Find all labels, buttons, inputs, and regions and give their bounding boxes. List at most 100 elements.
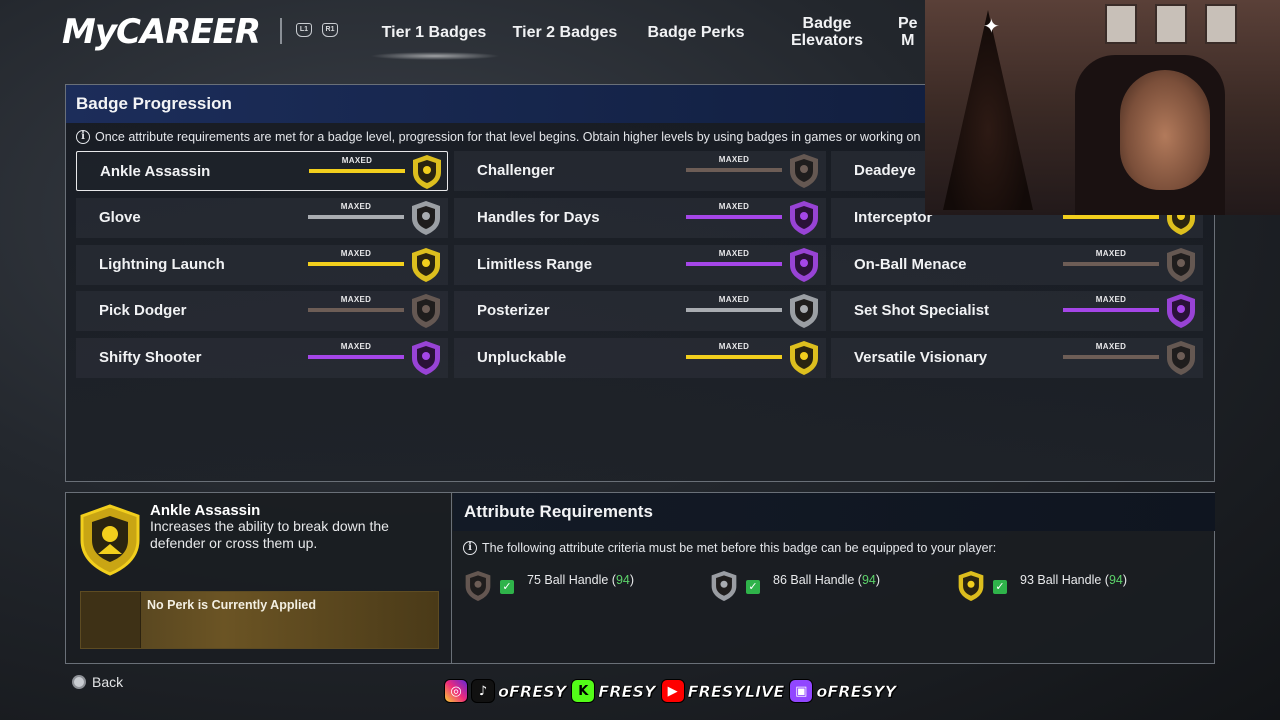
badge-progress-fill	[1063, 262, 1159, 266]
back-label: Back	[92, 674, 124, 690]
handles-for-days-purple-icon	[790, 201, 818, 235]
badge-progress-fill	[686, 168, 782, 172]
badge-status: MAXED	[718, 249, 750, 258]
pick-dodger-bronze-icon	[412, 294, 440, 328]
nav-divider	[280, 18, 282, 44]
badge-status: MAXED	[341, 156, 373, 165]
perk-status: No Perk is Currently Applied	[147, 598, 317, 612]
badge-progress-bar	[309, 169, 405, 173]
r1-bumper-icon[interactable]: R1	[322, 23, 338, 37]
badge-progress-fill	[308, 262, 404, 266]
checkmark-icon: ✓	[993, 580, 1007, 594]
badge-name: Shifty Shooter	[99, 349, 202, 366]
badge-name: Deadeye	[854, 162, 916, 179]
badge-limitless-range[interactable]: Limitless Range MAXED	[454, 245, 826, 285]
badge-versatile-visionary[interactable]: Versatile Visionary MAXED	[831, 338, 1203, 378]
badge-name: Lightning Launch	[99, 256, 225, 273]
badge-lightning-launch[interactable]: Lightning Launch MAXED	[76, 245, 448, 285]
progression-info: i Once attribute requirements are met fo…	[76, 130, 920, 144]
webcam-overlay: ✦	[925, 0, 1280, 215]
instagram-icon: ◎	[444, 679, 468, 703]
tab-badge-elevators[interactable]: Badge Elevators	[783, 14, 871, 50]
badge-glove[interactable]: Glove MAXED	[76, 198, 448, 238]
badge-progress-fill	[686, 215, 782, 219]
badge-status: MAXED	[340, 249, 372, 258]
wall-frame	[1105, 4, 1137, 44]
badge-name: Glove	[99, 209, 141, 226]
badge-challenger[interactable]: Challenger MAXED	[454, 151, 826, 191]
badge-details-panel: Ankle Assassin Increases the ability to …	[65, 492, 1215, 664]
badge-progress-bar	[308, 262, 404, 266]
badge-progress-fill	[309, 169, 405, 173]
bronze-badge-icon	[465, 571, 491, 601]
badge-progress-bar	[686, 355, 782, 359]
unpluckable-gold-icon	[790, 341, 818, 375]
badge-posterizer[interactable]: Posterizer MAXED	[454, 291, 826, 331]
shifty-shooter-purple-icon	[412, 341, 440, 375]
requirements-info: i The following attribute criteria must …	[463, 541, 996, 555]
badge-name: Challenger	[477, 162, 555, 179]
badge-handles-for-days[interactable]: Handles for Days MAXED	[454, 198, 826, 238]
wall-frame	[1205, 4, 1237, 44]
badge-status: MAXED	[340, 342, 372, 351]
lightning-launch-gold-icon	[412, 248, 440, 282]
checkmark-icon: ✓	[500, 580, 514, 594]
badge-progress-bar	[1063, 355, 1159, 359]
badge-progress-fill	[686, 308, 782, 312]
twitch-icon: ▣	[789, 679, 814, 703]
badge-status: MAXED	[718, 202, 750, 211]
requirement-text: 93 Ball Handle (94)	[1020, 573, 1128, 587]
badge-name: Handles for Days	[477, 209, 600, 226]
badge-progress-fill	[308, 215, 404, 219]
mycareer-logo: MyCAREER	[62, 12, 261, 52]
badge-status: MAXED	[1095, 342, 1127, 351]
badge-unpluckable[interactable]: Unpluckable MAXED	[454, 338, 826, 378]
tiktok-icon: ♪	[471, 679, 495, 703]
badge-name: Ankle Assassin	[100, 163, 211, 180]
limitless-range-purple-icon	[790, 248, 818, 282]
tiktok-handle: oFRESY	[498, 681, 567, 701]
silver-badge-icon	[711, 571, 737, 601]
perk-slot[interactable]: No Perk is Currently Applied	[80, 591, 439, 649]
badge-on-ball-menace[interactable]: On-Ball Menace MAXED	[831, 245, 1203, 285]
badge-progress-bar	[1063, 308, 1159, 312]
ankle-assassin-gold-icon	[80, 504, 140, 576]
l1-bumper-icon[interactable]: L1	[296, 23, 312, 37]
badge-name: Set Shot Specialist	[854, 302, 990, 319]
selected-badge-description: Increases the ability to break down the …	[150, 518, 389, 551]
star-icon: ✦	[983, 16, 1000, 38]
badge-name: Unpluckable	[477, 349, 567, 366]
badge-status: MAXED	[1095, 249, 1127, 258]
badge-progress-bar	[1063, 262, 1159, 266]
badge-progress-fill	[1063, 355, 1159, 359]
badge-progress-bar	[686, 168, 782, 172]
badge-progress-bar	[308, 215, 404, 219]
back-button[interactable]: Back	[72, 674, 123, 690]
badge-status: MAXED	[340, 295, 372, 304]
versatile-visionary-bronze-icon	[1167, 341, 1195, 375]
gold-badge-icon	[958, 571, 984, 601]
badge-progression-title: Badge Progression	[76, 94, 232, 113]
selected-badge-name: Ankle Assassin	[150, 502, 261, 519]
tab-badge-perks[interactable]: Badge Perks	[641, 14, 751, 50]
on-ball-menace-bronze-icon	[1167, 248, 1195, 282]
badge-name: Pick Dodger	[99, 302, 187, 319]
badge-progress-fill	[308, 308, 404, 312]
tab-tier-1-badges[interactable]: Tier 1 Badges	[378, 14, 490, 50]
badge-pick-dodger[interactable]: Pick Dodger MAXED	[76, 291, 448, 331]
badge-name: Versatile Visionary	[854, 349, 988, 366]
badge-ankle-assassin[interactable]: Ankle Assassin MAXED	[76, 151, 448, 191]
circle-button-icon	[72, 675, 86, 689]
wall-frame	[1155, 4, 1187, 44]
badge-progress-bar	[308, 355, 404, 359]
badge-status: MAXED	[718, 342, 750, 351]
badge-status: MAXED	[718, 155, 750, 164]
requirement-text: 86 Ball Handle (94)	[773, 573, 881, 587]
progression-info-text: Once attribute requirements are met for …	[95, 130, 921, 144]
badge-progress-bar	[308, 308, 404, 312]
badge-shifty-shooter[interactable]: Shifty Shooter MAXED	[76, 338, 448, 378]
badge-status: MAXED	[340, 202, 372, 211]
tab-tier-2-badges[interactable]: Tier 2 Badges	[507, 14, 623, 50]
badge-progress-fill	[308, 355, 404, 359]
badge-set-shot-specialist[interactable]: Set Shot Specialist MAXED	[831, 291, 1203, 331]
